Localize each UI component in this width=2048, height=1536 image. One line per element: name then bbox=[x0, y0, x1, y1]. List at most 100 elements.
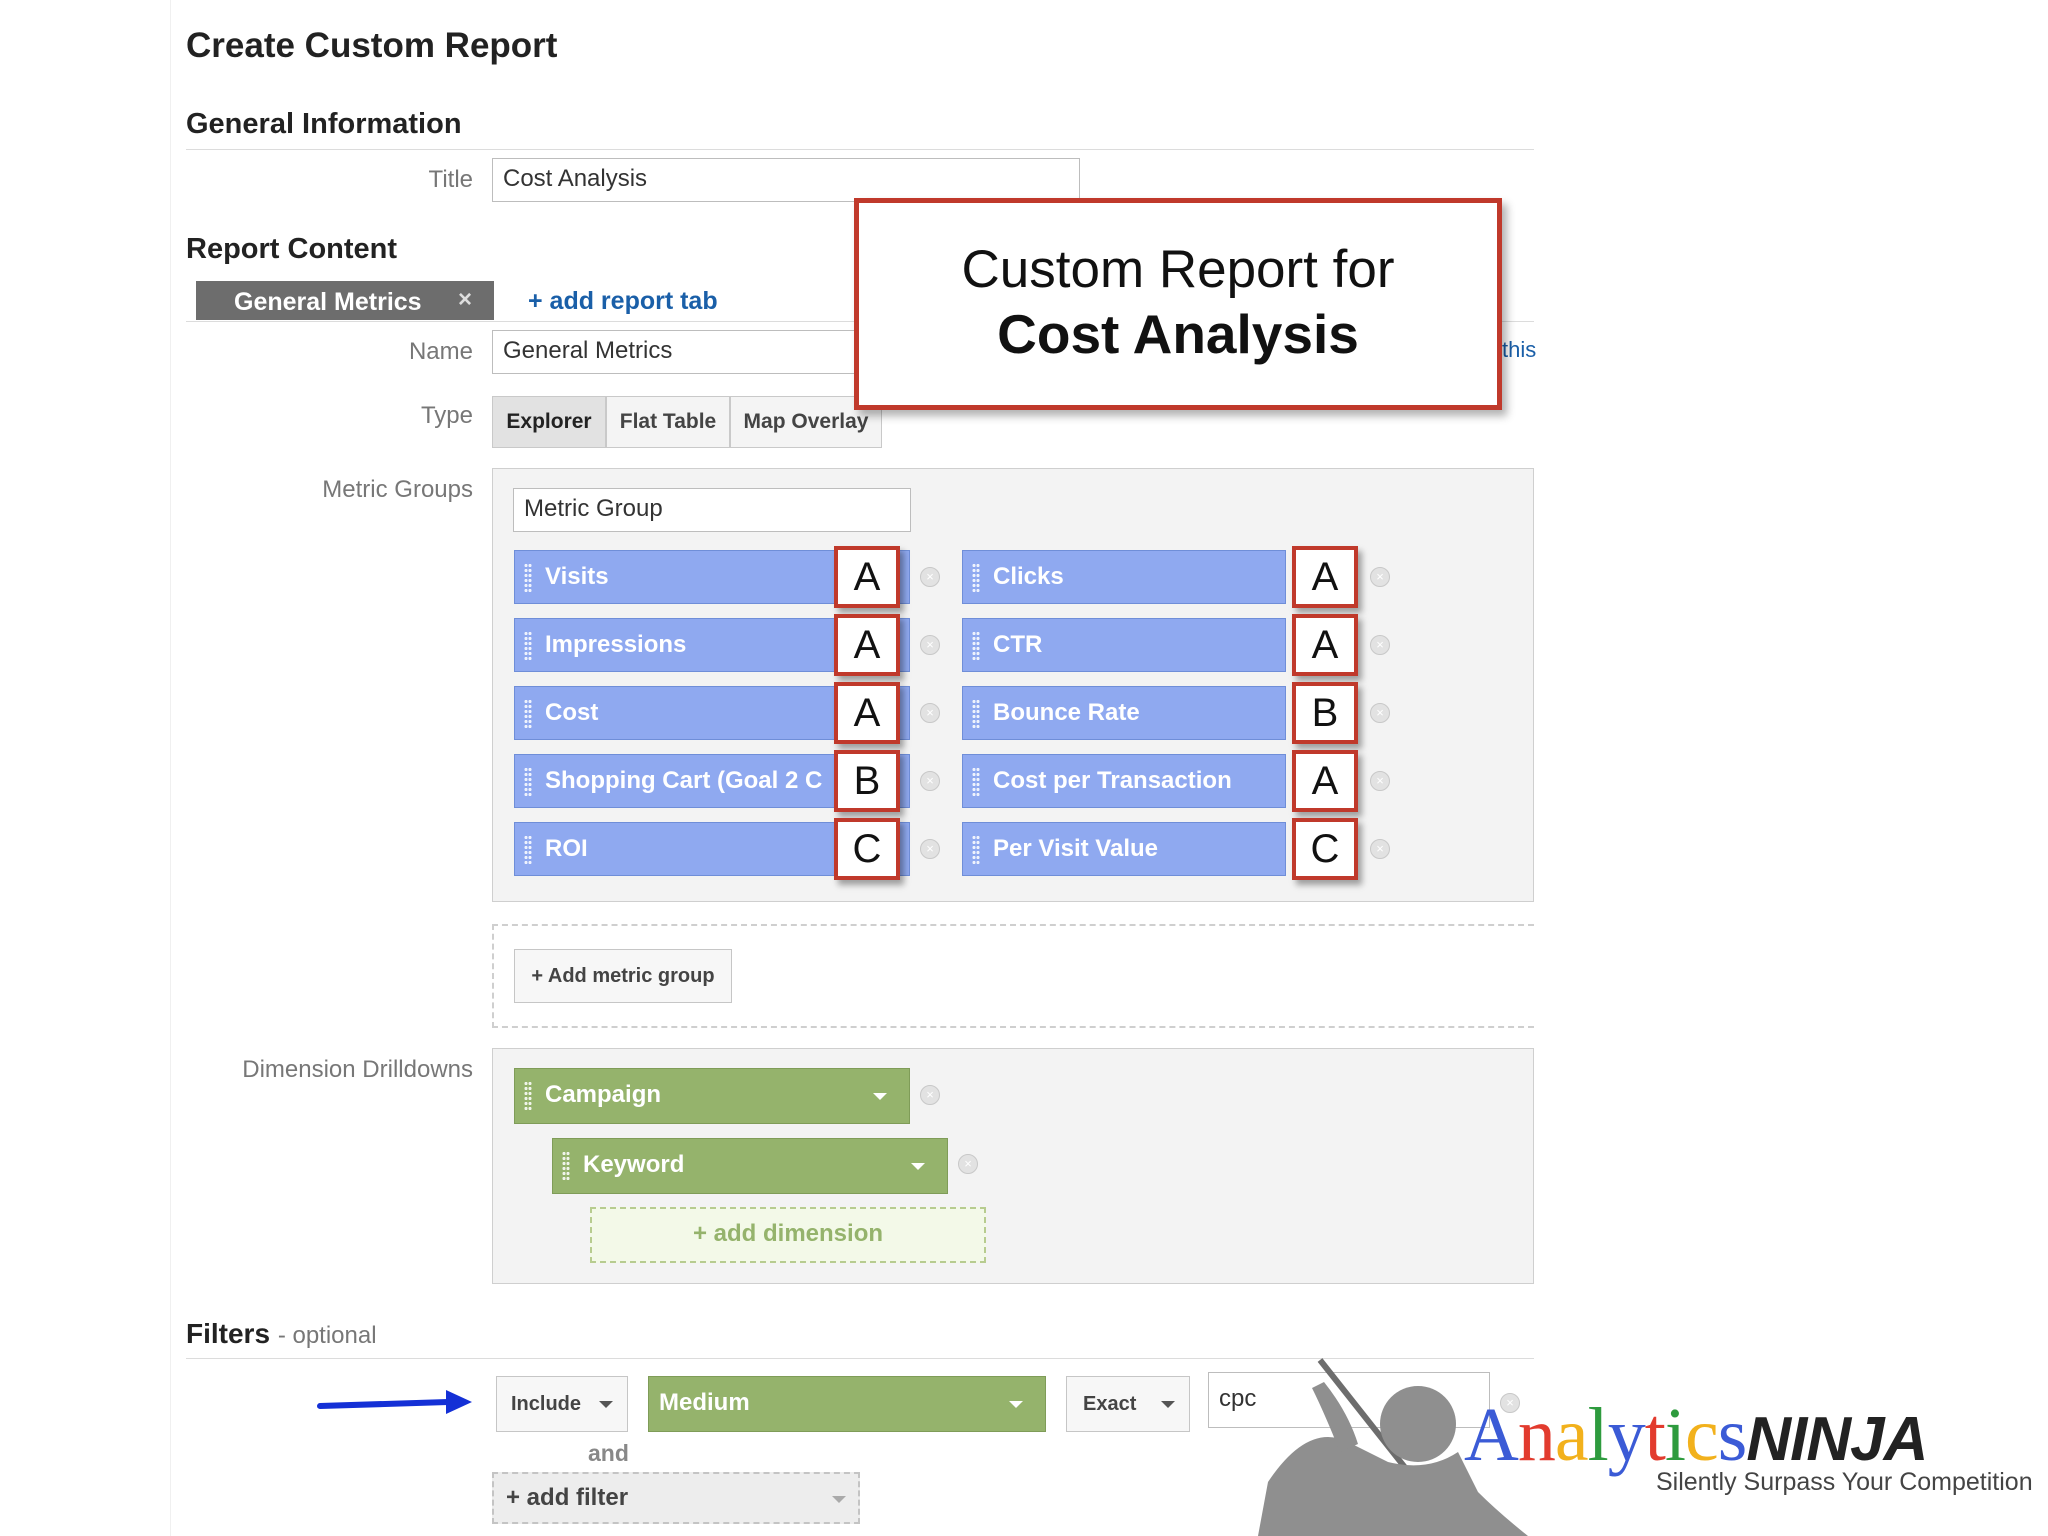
logo-letter: i bbox=[1664, 1393, 1686, 1477]
drag-handle-icon[interactable] bbox=[562, 1151, 570, 1181]
grade-badge: A bbox=[834, 682, 900, 744]
dimension-keyword[interactable]: Keyword bbox=[552, 1138, 948, 1194]
drag-handle-icon[interactable] bbox=[972, 699, 980, 729]
callout-box: Custom Report for Cost Analysis bbox=[854, 198, 1502, 410]
remove-metric-icon[interactable]: × bbox=[1370, 635, 1390, 655]
add-dimension-button[interactable]: + add dimension bbox=[590, 1207, 986, 1263]
drag-handle-icon[interactable] bbox=[524, 563, 532, 593]
filters-optional: - optional bbox=[277, 1322, 377, 1349]
chevron-down-icon[interactable] bbox=[873, 1093, 887, 1100]
remove-dimension-icon[interactable]: × bbox=[920, 1085, 940, 1105]
match-type-dropdown[interactable]: Exact bbox=[1066, 1376, 1190, 1432]
dimension-campaign[interactable]: Campaign bbox=[514, 1068, 910, 1124]
filter-dimension-label: Medium bbox=[659, 1389, 750, 1416]
name-label: Name bbox=[408, 338, 473, 365]
logo-letter: J bbox=[1850, 1405, 1884, 1474]
metric-label: Bounce Rate bbox=[993, 699, 1140, 726]
logo-letter: n bbox=[1517, 1393, 1556, 1477]
remove-metric-icon[interactable]: × bbox=[920, 771, 940, 791]
metric-label: Clicks bbox=[993, 563, 1064, 590]
metric-label: Cost bbox=[545, 699, 599, 726]
remove-metric-icon[interactable]: × bbox=[1370, 839, 1390, 859]
tab-general-metrics[interactable]: General Metrics × bbox=[196, 281, 494, 320]
remove-metric-icon[interactable]: × bbox=[920, 839, 940, 859]
metric-item[interactable]: Clicks bbox=[962, 550, 1286, 604]
dimension-label: Keyword bbox=[583, 1151, 685, 1178]
grade-badge: C bbox=[1292, 818, 1358, 880]
metric-label: CTR bbox=[993, 631, 1043, 658]
drag-handle-icon[interactable] bbox=[524, 631, 532, 661]
filters-heading: Filters - optional bbox=[186, 1318, 377, 1350]
type-label: Type bbox=[420, 402, 473, 429]
page-title: Create Custom Report bbox=[186, 26, 558, 65]
remove-dimension-icon[interactable]: × bbox=[958, 1154, 978, 1174]
match-type-label: Exact bbox=[1083, 1393, 1137, 1415]
metric-label: Shopping Cart (Goal 2 C bbox=[545, 767, 823, 794]
drag-handle-icon[interactable] bbox=[972, 563, 980, 593]
grade-badge: A bbox=[1292, 614, 1358, 676]
remove-metric-icon[interactable]: × bbox=[1370, 703, 1390, 723]
filters-title: Filters bbox=[186, 1318, 271, 1349]
filter-dimension-dropdown[interactable]: Medium bbox=[648, 1376, 1046, 1432]
analytics-ninja-logo: AnalyticsNINJA bbox=[1464, 1392, 1929, 1479]
logo-letter: s bbox=[1717, 1393, 1748, 1477]
metric-group-name-input[interactable]: Metric Group bbox=[513, 488, 911, 532]
metric-label: Cost per Transaction bbox=[993, 767, 1232, 794]
logo-letter: y bbox=[1607, 1393, 1646, 1477]
name-input[interactable]: General Metrics bbox=[492, 330, 882, 374]
metric-item[interactable]: Bounce Rate bbox=[962, 686, 1286, 740]
remove-metric-icon[interactable]: × bbox=[1370, 771, 1390, 791]
metric-item[interactable]: Cost per Transaction bbox=[962, 754, 1286, 808]
arrow-icon bbox=[317, 1390, 472, 1414]
drag-handle-icon[interactable] bbox=[972, 767, 980, 797]
remove-metric-icon[interactable]: × bbox=[1370, 567, 1390, 587]
logo-tagline: Silently Surpass Your Competition bbox=[1656, 1468, 2033, 1496]
drag-handle-icon[interactable] bbox=[524, 767, 532, 797]
grade-badge: A bbox=[834, 614, 900, 676]
drag-handle-icon[interactable] bbox=[972, 835, 980, 865]
dimension-drilldowns-label: Dimension Drilldowns bbox=[242, 1056, 473, 1083]
add-report-tab-link[interactable]: + add report tab bbox=[528, 287, 718, 316]
drag-handle-icon[interactable] bbox=[972, 631, 980, 661]
metric-label: Per Visit Value bbox=[993, 835, 1158, 862]
title-label: Title bbox=[428, 166, 473, 193]
add-metric-group-button[interactable]: + Add metric group bbox=[514, 949, 732, 1003]
include-dropdown[interactable]: Include bbox=[496, 1376, 628, 1432]
logo-letter: l bbox=[1587, 1393, 1609, 1477]
drag-handle-icon[interactable] bbox=[524, 699, 532, 729]
logo-letter: A bbox=[1883, 1405, 1929, 1474]
remove-metric-icon[interactable]: × bbox=[920, 703, 940, 723]
logo-letter: a bbox=[1554, 1393, 1589, 1477]
metric-groups-label: Metric Groups bbox=[322, 476, 473, 503]
drag-handle-icon[interactable] bbox=[524, 1081, 532, 1111]
add-filter-label: + add filter bbox=[506, 1484, 629, 1511]
remove-metric-icon[interactable]: × bbox=[920, 567, 940, 587]
title-input[interactable]: Cost Analysis bbox=[492, 158, 1080, 202]
report-content-heading: Report Content bbox=[186, 233, 398, 265]
metric-item[interactable]: CTR bbox=[962, 618, 1286, 672]
type-flat-table-button[interactable]: Flat Table bbox=[606, 396, 730, 448]
dimension-label: Campaign bbox=[545, 1081, 662, 1108]
grade-badge: A bbox=[834, 546, 900, 608]
grade-badge: B bbox=[834, 750, 900, 812]
remove-metric-icon[interactable]: × bbox=[920, 635, 940, 655]
and-label: and bbox=[588, 1440, 629, 1466]
metric-label: Impressions bbox=[545, 631, 687, 658]
name-trailing-link[interactable]: this bbox=[1502, 337, 1536, 363]
close-tab-icon[interactable]: × bbox=[458, 286, 472, 314]
add-filter-button[interactable]: + add filter bbox=[492, 1472, 860, 1524]
include-label: Include bbox=[511, 1393, 582, 1415]
grade-badge: B bbox=[1292, 682, 1358, 744]
chevron-down-icon bbox=[599, 1401, 613, 1408]
drag-handle-icon[interactable] bbox=[524, 835, 532, 865]
chevron-down-icon bbox=[1009, 1401, 1023, 1408]
logo-letter: t bbox=[1644, 1393, 1666, 1477]
metric-item[interactable]: Per Visit Value bbox=[962, 822, 1286, 876]
chevron-down-icon[interactable] bbox=[911, 1163, 925, 1170]
divider bbox=[186, 149, 1534, 150]
logo-letter: N bbox=[1806, 1405, 1851, 1474]
logo-letter: N bbox=[1746, 1405, 1791, 1474]
logo-letter: I bbox=[1790, 1405, 1807, 1474]
type-explorer-button[interactable]: Explorer bbox=[492, 396, 606, 448]
logo-wordmark: AnalyticsNINJA bbox=[1464, 1393, 1929, 1477]
